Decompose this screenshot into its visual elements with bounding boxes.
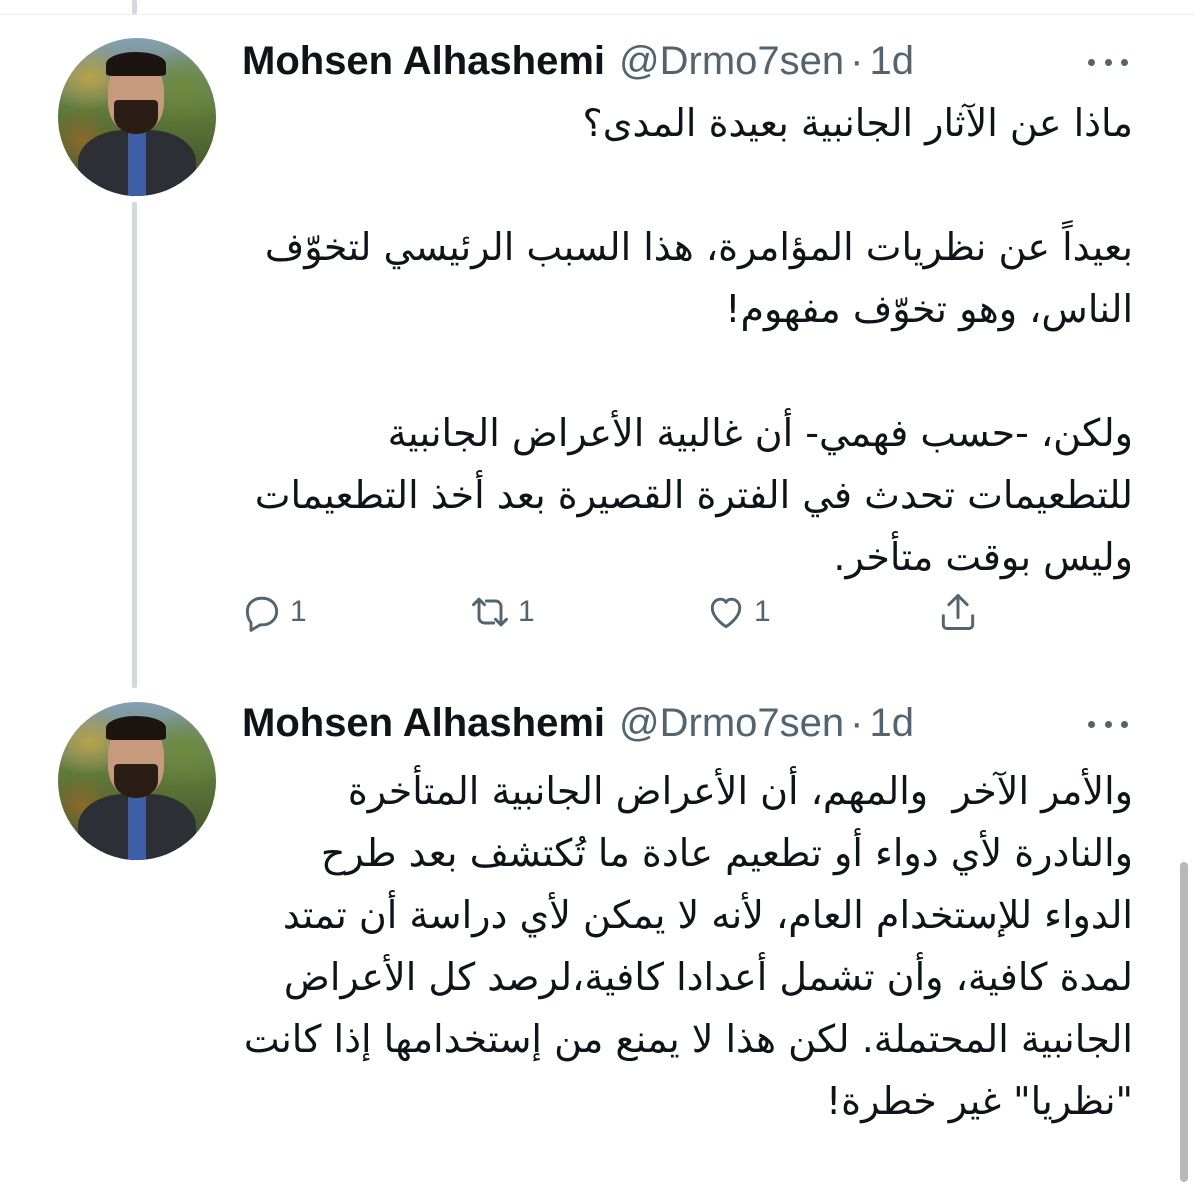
author-name[interactable]: Mohsen Alhashemi bbox=[242, 39, 605, 84]
like-count: 1 bbox=[754, 595, 771, 628]
retweet-count: 1 bbox=[518, 595, 535, 628]
share-button[interactable] bbox=[936, 590, 980, 634]
like-button[interactable]: 1 bbox=[704, 590, 771, 634]
tweet-header: Mohsen Alhashemi @Drmo7sen · 1d bbox=[242, 700, 914, 746]
separator-dot: · bbox=[850, 700, 864, 745]
reply-count: 1 bbox=[290, 595, 307, 628]
reply-button[interactable]: 1 bbox=[240, 590, 307, 634]
separator-dot: · bbox=[850, 38, 864, 83]
more-options-icon[interactable] bbox=[1088, 714, 1128, 734]
more-options-icon[interactable] bbox=[1088, 52, 1128, 72]
divider bbox=[0, 14, 1194, 15]
tweet-text: والأمر الآخر والمهم، أن الأعراض الجانبية… bbox=[231, 769, 1133, 1123]
author-handle[interactable]: @Drmo7sen bbox=[619, 701, 844, 746]
scrollbar[interactable] bbox=[1180, 862, 1188, 1182]
speech-bubble-icon bbox=[245, 596, 279, 632]
tweet-timestamp[interactable]: 1d bbox=[869, 701, 914, 746]
author-handle[interactable]: @Drmo7sen bbox=[619, 39, 844, 84]
heart-icon bbox=[710, 597, 742, 629]
retweet-button[interactable]: 1 bbox=[468, 590, 535, 634]
tweet-header: Mohsen Alhashemi @Drmo7sen · 1d bbox=[242, 38, 914, 84]
thread-connector-line bbox=[132, 0, 137, 14]
tweet-text: ماذا عن الآثار الجانبية بعيدة المدى؟ بعي… bbox=[254, 101, 1133, 579]
thread-connector-line bbox=[132, 202, 137, 688]
avatar[interactable] bbox=[58, 38, 216, 196]
retweet-arrows-icon bbox=[472, 597, 508, 627]
avatar[interactable] bbox=[58, 702, 216, 860]
share-upload-icon bbox=[941, 594, 975, 630]
author-name[interactable]: Mohsen Alhashemi bbox=[242, 701, 605, 746]
tweet-timestamp[interactable]: 1d bbox=[869, 39, 914, 84]
tweet-actions: 1 1 1 bbox=[240, 590, 1040, 634]
